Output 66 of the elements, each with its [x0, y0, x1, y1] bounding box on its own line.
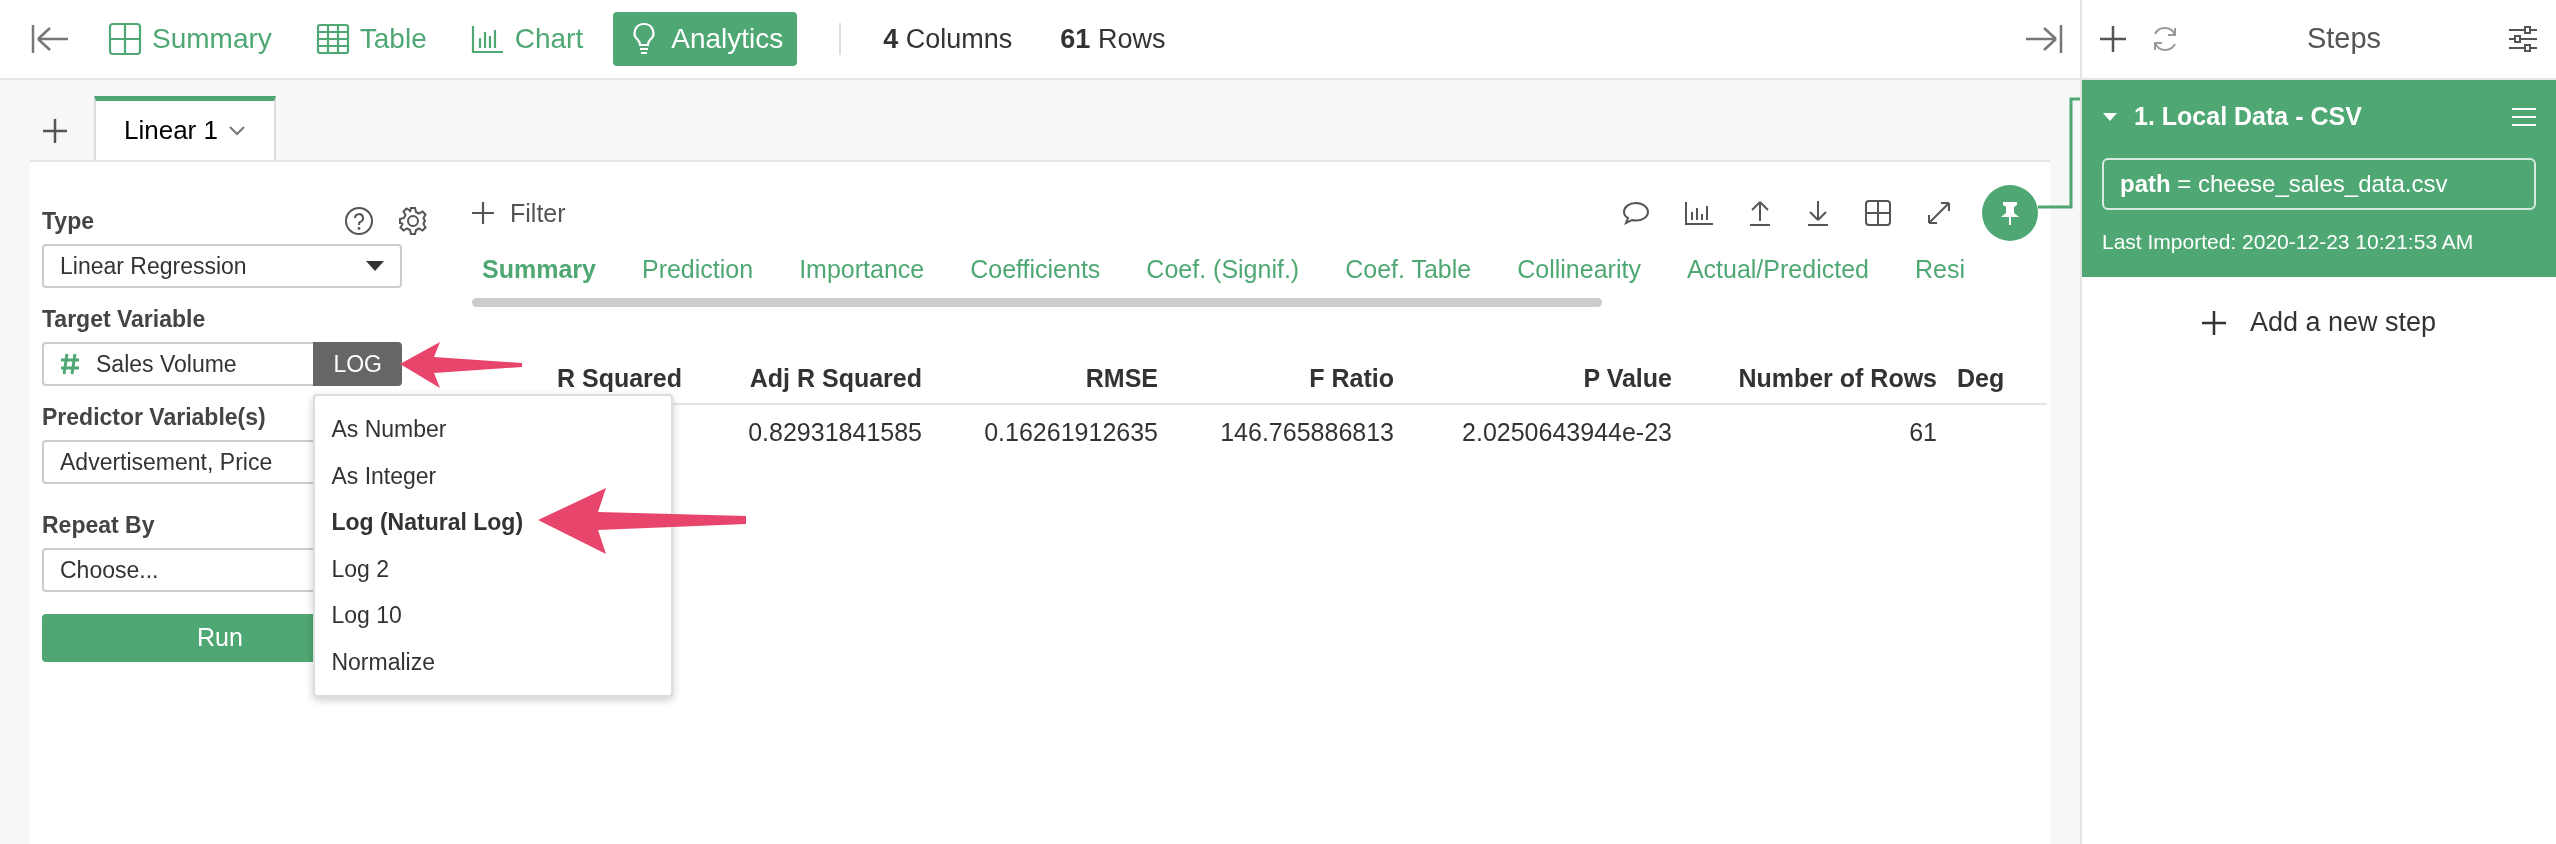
add-step-button[interactable]: Add a new step: [2201, 309, 2437, 336]
scrollbar[interactable]: [472, 298, 1602, 307]
grid-icon[interactable]: [1864, 199, 1892, 227]
result-tab[interactable]: Coef. (Signif.): [1146, 251, 1300, 289]
transform-button[interactable]: LOG: [313, 342, 402, 386]
number-type-icon: [60, 353, 80, 375]
dropdown-caret-icon: [366, 261, 384, 271]
field-label: Predictor Variable(s): [42, 402, 266, 432]
upload-icon[interactable]: [1748, 199, 1772, 227]
step-card[interactable]: 1. Local Data - CSV path = cheese_sales_data.csv Last Imported: 2020-12-23 10:21:53 AM: [2082, 80, 2556, 277]
result-tab[interactable]: Summary: [482, 251, 596, 289]
result-tab[interactable]: Actual/Predicted: [1686, 251, 1869, 289]
field-label: Type: [42, 206, 94, 236]
plus-icon: [472, 202, 494, 224]
comment-icon[interactable]: [1622, 200, 1650, 226]
add-tab-icon[interactable]: [42, 118, 68, 144]
result-tab[interactable]: Importance: [799, 251, 925, 289]
stat-count: 61 Rows: [1060, 22, 1166, 56]
step-title: 1. Local Data - CSV: [2134, 101, 2363, 132]
table-cell-text: 2.0250643944e-23: [1462, 417, 1672, 449]
column-header: Adj R Squared: [749, 363, 922, 395]
table-cell-text: 0.82931841585: [748, 417, 922, 449]
nav-tab[interactable]: Summary: [94, 12, 286, 66]
stat-count: 4 Columns: [883, 22, 1013, 56]
import-note: Last Imported: 2020-12-23 10:21:53 AM: [2102, 228, 2475, 255]
summary-grid-icon: [108, 22, 142, 56]
table-cell-text: 61: [1909, 417, 1937, 449]
settings-sliders-icon[interactable]: [2508, 25, 2538, 53]
nav-tab[interactable]: Analytics: [613, 12, 798, 66]
result-tab[interactable]: Prediction: [641, 251, 754, 289]
table-cell-text: 0.16261912635: [984, 417, 1158, 449]
plus-icon: [2201, 310, 2226, 335]
filter-button[interactable]: Filter: [472, 200, 566, 226]
column-header: F Ratio: [1309, 363, 1394, 395]
collapse-right-icon[interactable]: [2024, 23, 2064, 55]
settings-icon[interactable]: [398, 206, 428, 236]
pin-button[interactable]: [1982, 185, 2038, 241]
column-header: R Squared: [556, 363, 682, 395]
result-tab[interactable]: Coefficients: [970, 251, 1101, 289]
analysis-tab[interactable]: Linear 1: [94, 96, 276, 160]
field-label: Repeat By: [42, 510, 155, 540]
panel-title: Steps: [2305, 21, 2383, 57]
result-tab[interactable]: Resi: [1914, 251, 1965, 289]
column-header: RMSE: [1085, 363, 1158, 395]
field-label: Target Variable: [42, 304, 206, 334]
bar-chart-icon[interactable]: [1684, 200, 1714, 226]
expand-icon[interactable]: [1926, 200, 1952, 226]
result-tab[interactable]: Coef. Table: [1345, 251, 1472, 289]
result-tab[interactable]: Collinearity: [1517, 251, 1641, 289]
caret-icon: [227, 124, 246, 137]
column-header: Number of Rows: [1738, 363, 1937, 395]
nav-tab[interactable]: Table: [301, 12, 441, 66]
column-header: Deg: [1957, 363, 2005, 395]
column-header: P Value: [1583, 363, 1672, 395]
menu-icon[interactable]: [2512, 106, 2536, 127]
help-icon[interactable]: [344, 206, 374, 236]
parameter-field: path = cheese_sales_data.csv: [2102, 157, 2536, 210]
table-icon: [315, 22, 350, 56]
add-icon[interactable]: [2100, 26, 2126, 52]
nav-tab[interactable]: Chart: [456, 12, 598, 66]
menu-item[interactable]: Log (Natural Log): [315, 499, 672, 546]
table-cell-text: 146.765886813: [1220, 417, 1394, 449]
collapse-left-icon[interactable]: [30, 23, 70, 55]
select-field[interactable]: Linear Regression: [42, 244, 402, 288]
target-variable-field[interactable]: Sales Volume: [42, 342, 314, 386]
download-icon[interactable]: [1806, 199, 1830, 227]
